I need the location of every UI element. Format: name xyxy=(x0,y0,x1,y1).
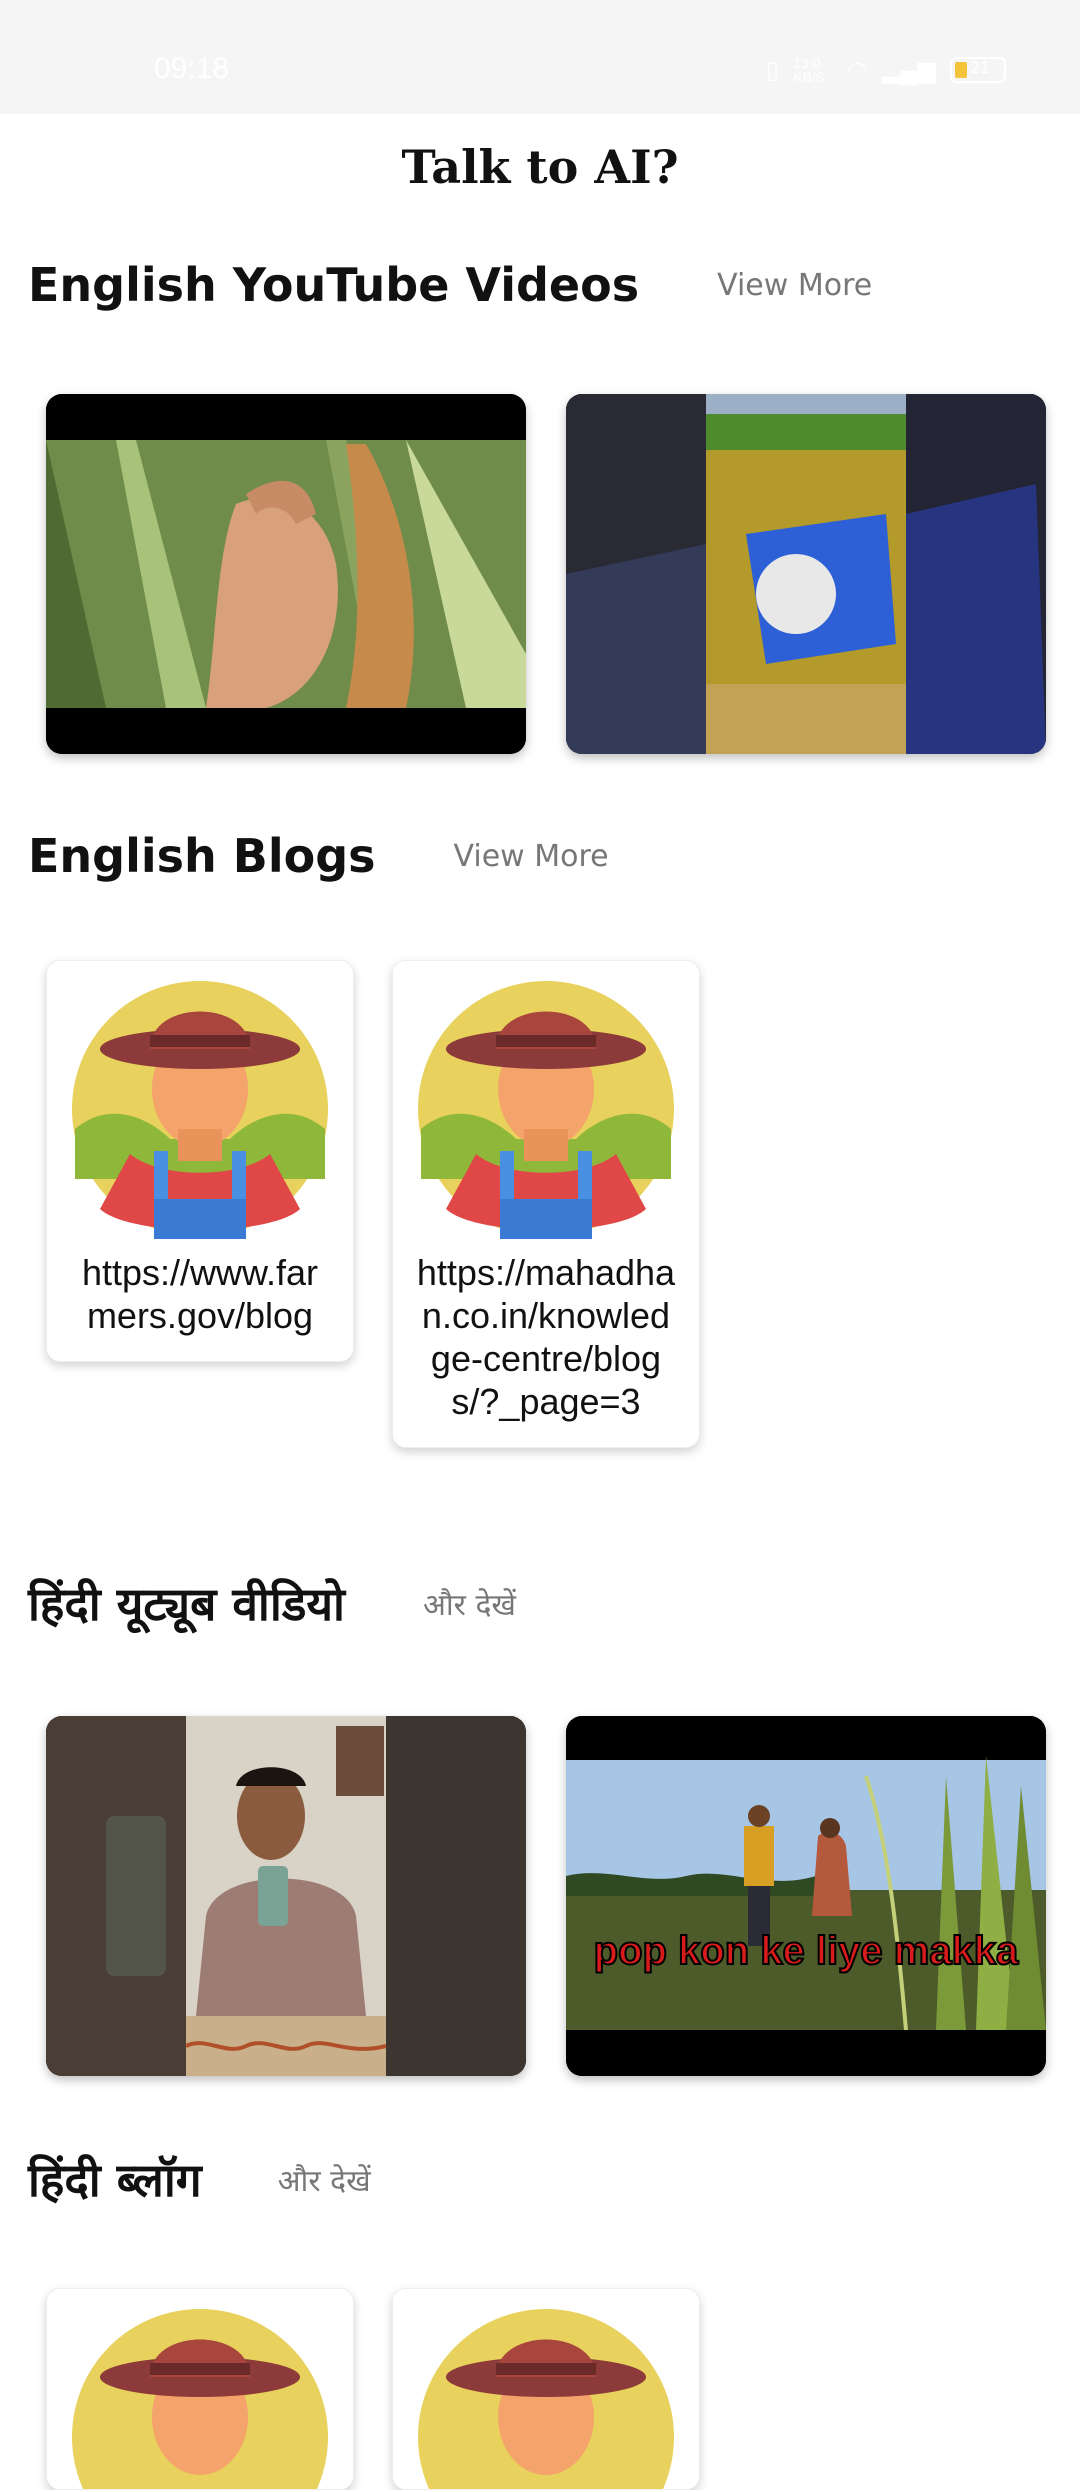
vibrate-icon: ▯ xyxy=(765,56,780,84)
blog-card[interactable] xyxy=(46,2288,354,2490)
video-thumbnail[interactable] xyxy=(46,394,526,754)
view-more-link[interactable]: और देखें xyxy=(423,1583,516,1624)
video-caption: pop kon ke liye makka xyxy=(594,1929,1019,1973)
status-icons: ▯ 13.0 KB/S ◠ ▂▄▆ 21 xyxy=(766,52,1006,88)
video-scene xyxy=(566,394,1046,754)
section-title: English YouTube Videos xyxy=(28,258,640,312)
farmer-avatar-icon xyxy=(72,981,328,1239)
farmer-avatar-icon xyxy=(418,981,674,1239)
status-bar: 09:18 ▯ 13.0 KB/S ◠ ▂▄▆ 21 xyxy=(0,0,1080,114)
video-scene xyxy=(46,1716,526,2076)
net-speed: 13.0 KB/S xyxy=(793,55,826,85)
farmer-avatar-icon xyxy=(72,2309,328,2489)
signal-icon: ▂▄▆ xyxy=(882,56,936,84)
video-scene: pop kon ke liye makka xyxy=(566,1716,1046,2076)
page-title: Talk to AI? xyxy=(401,140,679,194)
view-more-link[interactable]: View More xyxy=(717,268,872,303)
section-hindi-blogs-header: हिंदी ब्लॉग और देखें xyxy=(28,2148,371,2210)
video-scene xyxy=(46,394,526,754)
section-title: English Blogs xyxy=(28,829,376,883)
blog-card[interactable]: https://mahadhan.co.in/knowledge-centre/… xyxy=(392,960,700,1448)
status-time: 09:18 xyxy=(154,52,230,85)
blog-url: https://mahadhan.co.in/knowledge-centre/… xyxy=(416,1252,676,1422)
blog-card[interactable]: https://www.farmers.gov/blog xyxy=(46,960,354,1362)
video-thumbnail[interactable] xyxy=(46,1716,526,2076)
video-thumbnail[interactable]: pop kon ke liye makka xyxy=(566,1716,1046,2076)
farmer-avatar-icon xyxy=(418,2309,674,2489)
section-english-videos-header: English YouTube Videos View More xyxy=(28,258,872,312)
section-hindi-videos-header: हिंदी यूट्यूब वीडियो और देखें xyxy=(28,1572,516,1634)
section-title: हिंदी यूट्यूब वीडियो xyxy=(28,1577,345,1631)
video-thumbnail[interactable] xyxy=(566,394,1046,754)
view-more-link[interactable]: और देखें xyxy=(278,2159,371,2200)
blog-url: https://www.farmers.gov/blog xyxy=(81,1252,319,1336)
view-more-link[interactable]: View More xyxy=(454,839,609,874)
section-english-blogs-header: English Blogs View More xyxy=(28,829,609,883)
battery-icon: 21 xyxy=(950,57,1006,83)
wifi-icon: ◠ xyxy=(847,56,869,84)
blog-card[interactable] xyxy=(392,2288,700,2490)
section-title: हिंदी ब्लॉग xyxy=(28,2153,202,2207)
